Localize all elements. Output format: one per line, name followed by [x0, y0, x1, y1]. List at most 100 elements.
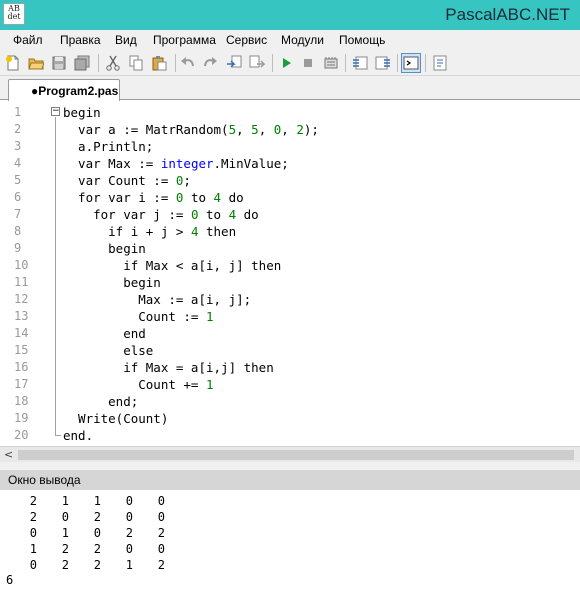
code-text: var Max := integer.MinValue;	[63, 156, 289, 171]
panel-splitter[interactable]	[0, 462, 580, 470]
code-line: 5 var Count := 0;	[0, 172, 580, 189]
new-file-icon[interactable]	[3, 53, 23, 73]
line-number: 11	[14, 275, 29, 289]
toolbar-separator	[272, 54, 273, 72]
tab-strip: ●Program2.pas	[0, 76, 580, 101]
menu-service[interactable]: Сервис	[226, 33, 267, 47]
output-cell: 0	[157, 494, 165, 508]
window-title: PascalABC.NET	[445, 5, 570, 24]
output-cell: 2	[29, 494, 37, 508]
code-line: 10 if Max < a[i, j] then	[0, 257, 580, 274]
code-line: 11 begin	[0, 274, 580, 291]
code-text: Max := a[i, j];	[63, 292, 252, 307]
code-line: 19 Write(Count)	[0, 410, 580, 427]
line-number: 14	[14, 326, 29, 340]
code-editor[interactable]: − 1 begin 2 var a := MatrRandom(5, 5, 0, …	[0, 101, 580, 446]
code-line: 13 Count := 1	[0, 308, 580, 325]
output-result: 6	[6, 573, 14, 587]
output-cell: 1	[29, 542, 37, 556]
code-line: 3 a.Println;	[0, 138, 580, 155]
output-window-icon[interactable]	[401, 53, 421, 73]
code-text: var Count := 0;	[63, 173, 191, 188]
toolbar	[0, 50, 580, 76]
code-line: 16 if Max = a[i,j] then	[0, 359, 580, 376]
run-icon[interactable]	[276, 53, 296, 73]
tab-program2[interactable]: ●Program2.pas	[8, 79, 120, 101]
form-designer-icon[interactable]	[430, 53, 450, 73]
code-text: begin	[63, 105, 101, 120]
line-number: 18	[14, 394, 29, 408]
line-number: 1	[14, 105, 22, 119]
code-text: end.	[63, 428, 94, 443]
menu-file[interactable]: Файл	[13, 33, 43, 47]
code-line: 1 begin	[0, 104, 580, 121]
paste-icon[interactable]	[149, 53, 169, 73]
output-cell: 2	[61, 558, 69, 572]
debug-step-icon[interactable]	[350, 53, 370, 73]
undo-icon[interactable]	[178, 53, 198, 73]
stop-icon[interactable]	[298, 53, 318, 73]
output-cell: 0	[157, 542, 165, 556]
output-cell: 1	[61, 526, 69, 540]
line-number: 5	[14, 173, 22, 187]
line-number: 2	[14, 122, 22, 136]
code-text: end	[63, 326, 146, 341]
copy-icon[interactable]	[126, 53, 146, 73]
output-cell: 1	[61, 494, 69, 508]
output-cell: 0	[61, 510, 69, 524]
output-cell: 1	[125, 558, 133, 572]
title-bar: AB det PascalABC.NET	[0, 0, 580, 30]
scroll-left-icon[interactable]: <	[4, 448, 13, 461]
code-text: if Max < a[i, j] then	[63, 258, 282, 273]
line-number: 4	[14, 156, 22, 170]
code-line: 17 Count += 1	[0, 376, 580, 393]
app-icon-text-bottom: det	[7, 12, 21, 21]
code-line: 9 begin	[0, 240, 580, 257]
menu-modules[interactable]: Модули	[281, 33, 324, 47]
menu-program[interactable]: Программа	[153, 33, 216, 47]
toolbar-separator	[175, 54, 176, 72]
code-text: a.Println;	[63, 139, 154, 154]
output-cell: 0	[29, 558, 37, 572]
line-number: 9	[14, 241, 22, 255]
replace-icon[interactable]	[247, 53, 267, 73]
code-line: 20 end.	[0, 427, 580, 444]
compile-icon[interactable]	[321, 53, 341, 73]
code-line: 12 Max := a[i, j];	[0, 291, 580, 308]
menu-edit[interactable]: Правка	[60, 33, 101, 47]
save-icon[interactable]	[49, 53, 69, 73]
output-cell: 2	[93, 510, 101, 524]
code-line: 14 end	[0, 325, 580, 342]
cut-icon[interactable]	[103, 53, 123, 73]
line-number: 17	[14, 377, 29, 391]
code-line: 7 for var j := 0 to 4 do	[0, 206, 580, 223]
menu-view[interactable]: Вид	[115, 33, 137, 47]
line-number: 15	[14, 343, 29, 357]
menu-help[interactable]: Помощь	[339, 33, 385, 47]
open-file-icon[interactable]	[26, 53, 46, 73]
editor-horizontal-scrollbar[interactable]: <	[0, 446, 580, 462]
app-icon[interactable]: AB det	[3, 3, 25, 25]
output-cell: 0	[93, 526, 101, 540]
line-number: 6	[14, 190, 22, 204]
code-text: end;	[63, 394, 139, 409]
code-text: Count := 1	[63, 309, 214, 324]
output-cell: 2	[93, 558, 101, 572]
line-number: 8	[14, 224, 22, 238]
line-number: 12	[14, 292, 29, 306]
output-cell: 1	[93, 494, 101, 508]
output-cell: 0	[125, 494, 133, 508]
code-text: var a := MatrRandom(5, 5, 0, 2);	[63, 122, 319, 137]
output-cell: 0	[29, 526, 37, 540]
line-number: 10	[14, 258, 29, 272]
debug-step-over-icon[interactable]	[373, 53, 393, 73]
menu-bar: Файл Правка Вид Программа Сервис Модули …	[0, 30, 580, 50]
code-text: Write(Count)	[63, 411, 169, 426]
scrollbar-thumb[interactable]	[18, 450, 574, 460]
save-all-icon[interactable]	[72, 53, 92, 73]
line-number: 16	[14, 360, 29, 374]
redo-icon[interactable]	[200, 53, 220, 73]
find-icon[interactable]	[224, 53, 244, 73]
toolbar-separator	[345, 54, 346, 72]
output-window[interactable]: 2 1 1 0 0 2 0 2 0 0 0 1 0 2 2 1 2 2 0 0 …	[0, 490, 580, 598]
